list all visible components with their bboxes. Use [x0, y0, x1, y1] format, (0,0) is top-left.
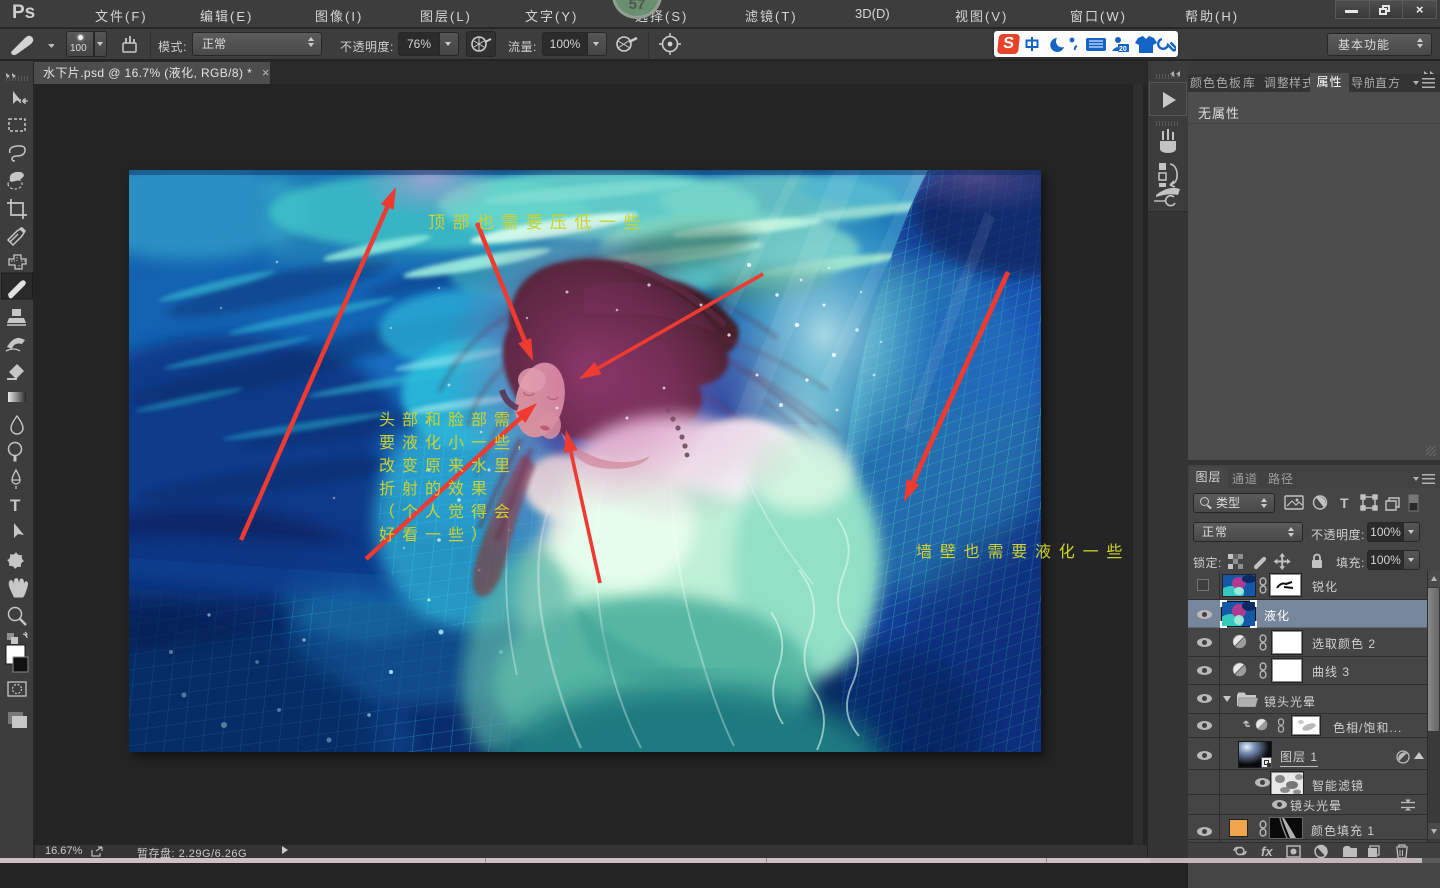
svg-text:20: 20 — [1119, 46, 1127, 53]
svg-text:T: T — [1340, 495, 1349, 511]
svg-text:T: T — [10, 496, 21, 515]
svg-text:fx: fx — [1261, 844, 1273, 859]
